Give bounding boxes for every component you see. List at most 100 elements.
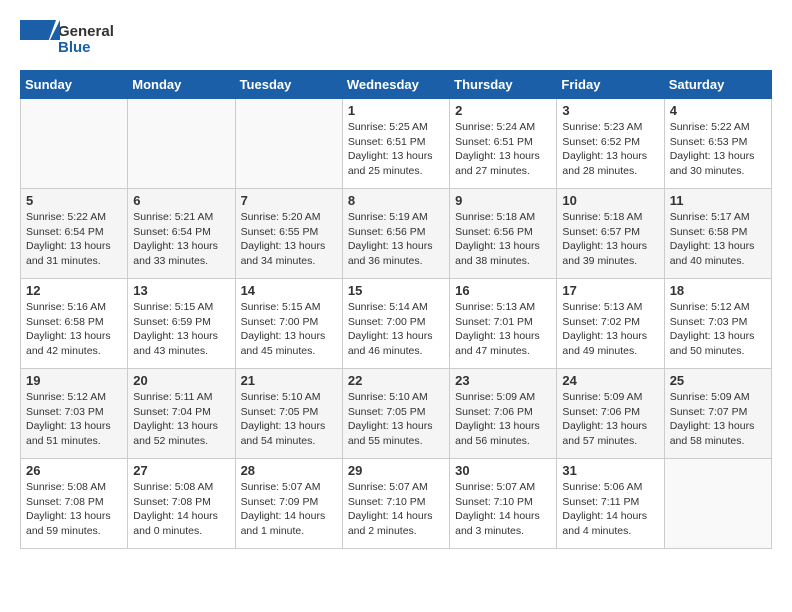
- calendar-header-saturday: Saturday: [664, 71, 771, 99]
- day-number: 11: [670, 193, 766, 208]
- day-info: Sunrise: 5:25 AMSunset: 6:51 PMDaylight:…: [348, 120, 444, 179]
- day-number: 8: [348, 193, 444, 208]
- day-info: Sunrise: 5:20 AMSunset: 6:55 PMDaylight:…: [241, 210, 337, 269]
- calendar-cell: 31 Sunrise: 5:06 AMSunset: 7:11 PMDayligh…: [557, 459, 664, 549]
- calendar-cell: 8 Sunrise: 5:19 AMSunset: 6:56 PMDaylight…: [342, 189, 449, 279]
- calendar-cell: 11 Sunrise: 5:17 AMSunset: 6:58 PMDayligh…: [664, 189, 771, 279]
- day-info: Sunrise: 5:07 AMSunset: 7:09 PMDaylight:…: [241, 480, 337, 539]
- day-number: 7: [241, 193, 337, 208]
- calendar-cell: 25 Sunrise: 5:09 AMSunset: 7:07 PMDayligh…: [664, 369, 771, 459]
- day-number: 21: [241, 373, 337, 388]
- calendar-week-row: 26 Sunrise: 5:08 AMSunset: 7:08 PMDayligh…: [21, 459, 772, 549]
- logo-icon-shape: [20, 20, 56, 60]
- logo-container: General Blue: [20, 20, 114, 60]
- calendar-cell: [21, 99, 128, 189]
- day-info: Sunrise: 5:13 AMSunset: 7:01 PMDaylight:…: [455, 300, 551, 359]
- day-number: 22: [348, 373, 444, 388]
- day-number: 1: [348, 103, 444, 118]
- day-number: 31: [562, 463, 658, 478]
- day-info: Sunrise: 5:09 AMSunset: 7:06 PMDaylight:…: [455, 390, 551, 449]
- day-number: 19: [26, 373, 122, 388]
- day-info: Sunrise: 5:18 AMSunset: 6:56 PMDaylight:…: [455, 210, 551, 269]
- day-number: 4: [670, 103, 766, 118]
- day-number: 25: [670, 373, 766, 388]
- day-info: Sunrise: 5:10 AMSunset: 7:05 PMDaylight:…: [241, 390, 337, 449]
- day-number: 27: [133, 463, 229, 478]
- calendar-cell: 28 Sunrise: 5:07 AMSunset: 7:09 PMDayligh…: [235, 459, 342, 549]
- calendar-cell: 14Sunrise: 5:15 AMSunset: 7:00 PMDayligh…: [235, 279, 342, 369]
- day-info: Sunrise: 5:18 AMSunset: 6:57 PMDaylight:…: [562, 210, 658, 269]
- calendar-cell: 27Sunrise: 5:08 AMSunset: 7:08 PMDayligh…: [128, 459, 235, 549]
- day-info: Sunrise: 5:14 AMSunset: 7:00 PMDaylight:…: [348, 300, 444, 359]
- day-number: 15: [348, 283, 444, 298]
- day-number: 23: [455, 373, 551, 388]
- calendar-cell: 6 Sunrise: 5:21 AMSunset: 6:54 PMDaylight…: [128, 189, 235, 279]
- calendar-cell: 23 Sunrise: 5:09 AMSunset: 7:06 PMDayligh…: [450, 369, 557, 459]
- day-info: Sunrise: 5:16 AMSunset: 6:58 PMDaylight:…: [26, 300, 122, 359]
- day-info: Sunrise: 5:11 AMSunset: 7:04 PMDaylight:…: [133, 390, 229, 449]
- calendar-cell: 2 Sunrise: 5:24 AMSunset: 6:51 PMDaylight…: [450, 99, 557, 189]
- calendar-cell: 1 Sunrise: 5:25 AMSunset: 6:51 PMDaylight…: [342, 99, 449, 189]
- calendar-cell: 22Sunrise: 5:10 AMSunset: 7:05 PMDayligh…: [342, 369, 449, 459]
- day-info: Sunrise: 5:21 AMSunset: 6:54 PMDaylight:…: [133, 210, 229, 269]
- day-number: 2: [455, 103, 551, 118]
- day-number: 26: [26, 463, 122, 478]
- day-info: Sunrise: 5:22 AMSunset: 6:54 PMDaylight:…: [26, 210, 122, 269]
- day-number: 17: [562, 283, 658, 298]
- day-number: 5: [26, 193, 122, 208]
- day-info: Sunrise: 5:09 AMSunset: 7:06 PMDaylight:…: [562, 390, 658, 449]
- calendar-cell: 3 Sunrise: 5:23 AMSunset: 6:52 PMDaylight…: [557, 99, 664, 189]
- day-number: 14: [241, 283, 337, 298]
- day-info: Sunrise: 5:13 AMSunset: 7:02 PMDaylight:…: [562, 300, 658, 359]
- day-info: Sunrise: 5:19 AMSunset: 6:56 PMDaylight:…: [348, 210, 444, 269]
- day-number: 9: [455, 193, 551, 208]
- day-info: Sunrise: 5:08 AMSunset: 7:08 PMDaylight:…: [26, 480, 122, 539]
- day-info: Sunrise: 5:15 AMSunset: 6:59 PMDaylight:…: [133, 300, 229, 359]
- calendar-week-row: 5 Sunrise: 5:22 AMSunset: 6:54 PMDaylight…: [21, 189, 772, 279]
- day-number: 10: [562, 193, 658, 208]
- day-info: Sunrise: 5:23 AMSunset: 6:52 PMDaylight:…: [562, 120, 658, 179]
- logo-blue-text: Blue: [58, 40, 114, 57]
- calendar-header-monday: Monday: [128, 71, 235, 99]
- calendar-cell: 29 Sunrise: 5:07 AMSunset: 7:10 PMDayligh…: [342, 459, 449, 549]
- calendar-cell: 10 Sunrise: 5:18 AMSunset: 6:57 PMDayligh…: [557, 189, 664, 279]
- calendar-header-wednesday: Wednesday: [342, 71, 449, 99]
- calendar-cell: 13Sunrise: 5:15 AMSunset: 6:59 PMDayligh…: [128, 279, 235, 369]
- calendar-cell: [128, 99, 235, 189]
- day-info: Sunrise: 5:22 AMSunset: 6:53 PMDaylight:…: [670, 120, 766, 179]
- day-info: Sunrise: 5:24 AMSunset: 6:51 PMDaylight:…: [455, 120, 551, 179]
- logo-general-text: General: [58, 24, 114, 41]
- calendar-cell: 20 Sunrise: 5:11 AMSunset: 7:04 PMDayligh…: [128, 369, 235, 459]
- day-number: 28: [241, 463, 337, 478]
- logo: General Blue: [20, 20, 114, 60]
- calendar-cell: [235, 99, 342, 189]
- day-number: 6: [133, 193, 229, 208]
- day-number: 18: [670, 283, 766, 298]
- calendar-cell: 18 Sunrise: 5:12 AMSunset: 7:03 PMDayligh…: [664, 279, 771, 369]
- calendar-cell: 17 Sunrise: 5:13 AMSunset: 7:02 PMDayligh…: [557, 279, 664, 369]
- day-info: Sunrise: 5:12 AMSunset: 7:03 PMDaylight:…: [670, 300, 766, 359]
- day-info: Sunrise: 5:09 AMSunset: 7:07 PMDaylight:…: [670, 390, 766, 449]
- day-info: Sunrise: 5:07 AMSunset: 7:10 PMDaylight:…: [348, 480, 444, 539]
- calendar-cell: 15 Sunrise: 5:14 AMSunset: 7:00 PMDayligh…: [342, 279, 449, 369]
- calendar-cell: 30 Sunrise: 5:07 AMSunset: 7:10 PMDayligh…: [450, 459, 557, 549]
- calendar-header-friday: Friday: [557, 71, 664, 99]
- day-number: 30: [455, 463, 551, 478]
- day-info: Sunrise: 5:06 AMSunset: 7:11 PMDaylight:…: [562, 480, 658, 539]
- calendar-cell: 7 Sunrise: 5:20 AMSunset: 6:55 PMDaylight…: [235, 189, 342, 279]
- day-number: 3: [562, 103, 658, 118]
- day-number: 12: [26, 283, 122, 298]
- day-number: 20: [133, 373, 229, 388]
- calendar-cell: 26 Sunrise: 5:08 AMSunset: 7:08 PMDayligh…: [21, 459, 128, 549]
- day-number: 29: [348, 463, 444, 478]
- calendar-cell: [664, 459, 771, 549]
- calendar-cell: 9 Sunrise: 5:18 AMSunset: 6:56 PMDaylight…: [450, 189, 557, 279]
- page-header: General Blue: [20, 20, 772, 60]
- calendar-week-row: 1 Sunrise: 5:25 AMSunset: 6:51 PMDaylight…: [21, 99, 772, 189]
- day-info: Sunrise: 5:07 AMSunset: 7:10 PMDaylight:…: [455, 480, 551, 539]
- day-info: Sunrise: 5:17 AMSunset: 6:58 PMDaylight:…: [670, 210, 766, 269]
- calendar-header-row: SundayMondayTuesdayWednesdayThursdayFrid…: [21, 71, 772, 99]
- day-number: 16: [455, 283, 551, 298]
- logo-text: General Blue: [58, 24, 114, 57]
- calendar-header-thursday: Thursday: [450, 71, 557, 99]
